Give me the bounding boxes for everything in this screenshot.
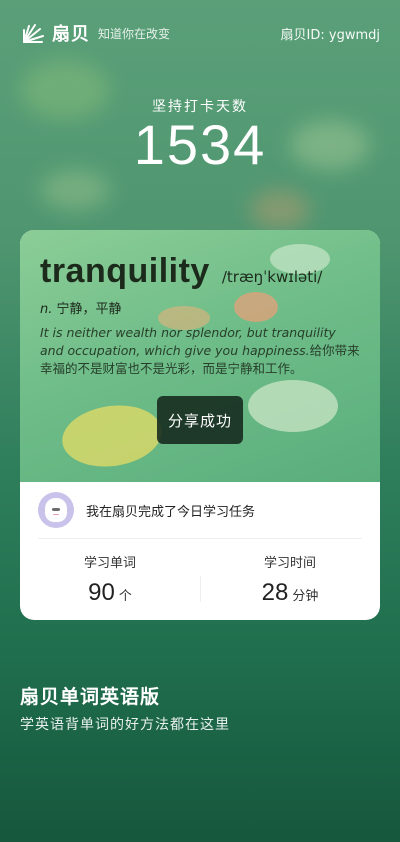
stat-label: 学习单词 — [83, 556, 136, 571]
lily-pad-decoration — [234, 292, 278, 322]
study-summary: 我在扇贝完成了今日学习任务 学习单词 90 个 学习时间 28 分钟 — [20, 482, 380, 620]
brand: 扇贝 知道你在改变 — [20, 20, 170, 46]
promo-title: 扇贝单词英语版 — [20, 686, 161, 708]
stats-row: 学习单词 90 个 学习时间 28 分钟 — [20, 548, 380, 612]
completion-message: 我在扇贝完成了今日学习任务 — [86, 504, 256, 520]
streak-count: 1534 — [133, 113, 267, 176]
stat-value: 28 分钟 — [200, 579, 380, 607]
word-title: tranquility — [40, 252, 210, 290]
stat-words: 学习单词 90 个 — [20, 548, 200, 612]
header: 扇贝 知道你在改变 扇贝ID: ygwmdj — [20, 18, 380, 48]
stat-unit: 分钟 — [292, 589, 319, 604]
stat-unit: 个 — [118, 589, 132, 604]
avatar — [38, 492, 74, 528]
stat-label: 学习时间 — [263, 556, 316, 571]
user-row: 我在扇贝完成了今日学习任务 — [38, 492, 255, 528]
brand-slogan: 知道你在改变 — [98, 26, 171, 41]
part-of-speech: n. — [40, 302, 53, 317]
share-success-toast: 分享成功 — [157, 396, 243, 444]
word-card: tranquility /træŋˈkwɪləti/ n. 宁静，平静 It i… — [20, 230, 380, 482]
word-phonetic: /træŋˈkwɪləti/ — [221, 268, 323, 286]
stat-number: 28 — [261, 579, 289, 606]
word-definition: 宁静，平静 — [56, 302, 122, 317]
divider — [38, 538, 362, 539]
stat-number: 90 — [88, 579, 115, 606]
lily-pad-decoration — [248, 380, 338, 432]
stat-time: 学习时间 28 分钟 — [200, 548, 380, 612]
lily-pad-decoration — [58, 399, 166, 473]
background-blob — [250, 190, 310, 230]
word-definition-line: n. 宁静，平静 — [40, 298, 122, 317]
word-header: tranquility /træŋˈkwɪləti/ — [40, 252, 322, 291]
stat-value: 90 个 — [20, 579, 200, 607]
user-id: 扇贝ID: ygwmdj — [280, 27, 380, 43]
shell-logo-icon — [23, 24, 44, 43]
share-card: tranquility /træŋˈkwɪləti/ n. 宁静，平静 It i… — [20, 230, 380, 620]
quote-english: It is neither wealth nor splendor, but t… — [40, 325, 336, 358]
promo-subtitle: 学英语背单词的好方法都在这里 — [20, 717, 230, 733]
brand-name: 扇贝 — [52, 24, 90, 45]
example-quote: It is neither wealth nor splendor, but t… — [40, 324, 362, 378]
